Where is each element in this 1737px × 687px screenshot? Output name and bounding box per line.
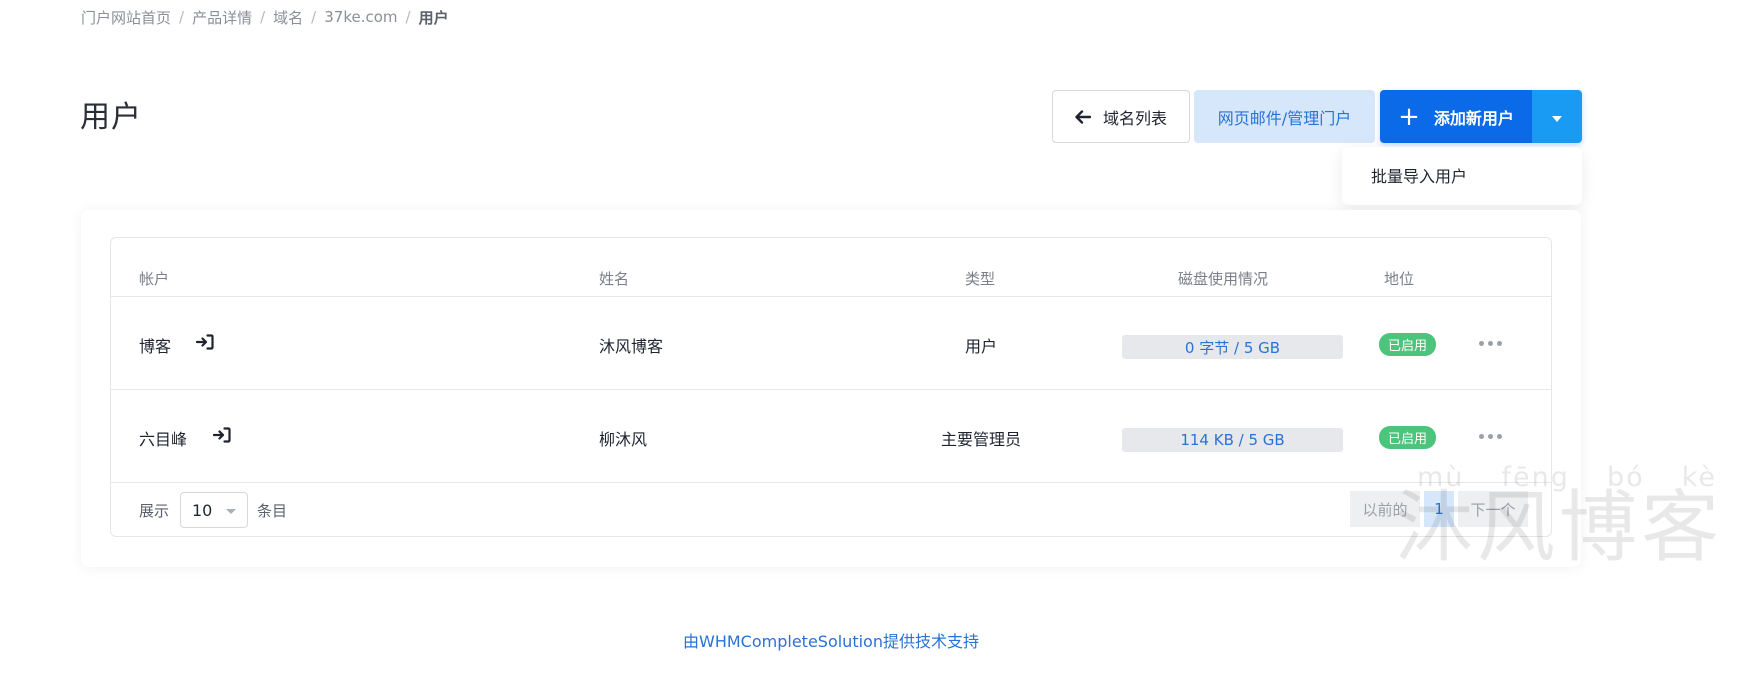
footer-credit-link[interactable]: 由WHMCompleteSolution提供技术支持	[0, 628, 1662, 652]
watermark-pinyin-3: bó	[1606, 462, 1645, 493]
breadcrumb-separator: /	[179, 8, 185, 26]
show-entries-label: 展示	[139, 502, 170, 520]
disk-usage-bar: 114 KB / 5 GB	[1122, 428, 1343, 452]
caret-down-icon	[226, 509, 236, 514]
next-page-button[interactable]: 下一个	[1458, 491, 1528, 527]
page-title: 用户	[80, 100, 142, 135]
breadcrumb-item-home[interactable]: 门户网站首页	[81, 7, 171, 28]
breadcrumb-separator: /	[260, 8, 266, 26]
type-cell: 用户	[965, 337, 998, 356]
users-table: 帐户 姓名 类型 磁盘使用情况 地位 博客 沐风博客 用户 0 字节 / 5 G…	[110, 237, 1552, 537]
webmail-portal-button[interactable]: 网页邮件/管理门户	[1194, 90, 1375, 143]
breadcrumb: 门户网站首页 / 产品详情 / 域名 / 37ke.com / 用户	[81, 6, 449, 28]
status-badge: 已启用	[1379, 333, 1436, 356]
more-actions-icon[interactable]	[1479, 434, 1502, 439]
webmail-portal-label: 网页邮件/管理门户	[1217, 108, 1352, 128]
type-cell: 主要管理员	[941, 430, 1022, 449]
add-user-button[interactable]: + 添加新用户	[1380, 90, 1532, 143]
column-header-type[interactable]: 类型	[965, 268, 995, 289]
column-header-disk-usage[interactable]: 磁盘使用情况	[1178, 268, 1268, 289]
header-divider	[111, 296, 1551, 297]
login-as-user-icon[interactable]	[213, 427, 231, 443]
add-user-dropdown-menu: 批量导入用户	[1342, 147, 1582, 205]
arrow-left-icon	[1075, 109, 1091, 124]
bulk-import-users-item[interactable]: 批量导入用户	[1371, 163, 1467, 187]
breadcrumb-separator: /	[311, 8, 317, 26]
more-actions-icon[interactable]	[1479, 341, 1502, 346]
current-page-label: 1	[1434, 500, 1444, 518]
next-page-label: 下一个	[1470, 500, 1516, 519]
add-user-dropdown-toggle[interactable]	[1532, 90, 1582, 143]
breadcrumb-item-site[interactable]: 37ke.com	[324, 8, 397, 26]
previous-page-label: 以前的	[1362, 500, 1408, 519]
add-user-button-group: + 添加新用户	[1380, 90, 1582, 143]
row-divider	[111, 482, 1551, 483]
entries-label: 条目	[257, 502, 288, 520]
breadcrumb-separator: /	[405, 8, 411, 26]
caret-down-icon	[1552, 107, 1562, 126]
users-card: 帐户 姓名 类型 磁盘使用情况 地位 博客 沐风博客 用户 0 字节 / 5 G…	[81, 210, 1581, 567]
domain-list-label: 域名列表	[1102, 108, 1167, 128]
column-header-name[interactable]: 姓名	[599, 268, 629, 289]
domain-list-button[interactable]: 域名列表	[1052, 90, 1190, 143]
disk-usage-bar: 0 字节 / 5 GB	[1122, 335, 1343, 359]
plus-icon: +	[1398, 101, 1420, 132]
previous-page-button[interactable]: 以前的	[1350, 491, 1420, 527]
page-size-value: 10	[192, 501, 213, 520]
login-as-user-icon[interactable]	[196, 334, 214, 350]
page-1-button[interactable]: 1	[1424, 491, 1454, 527]
page-size-select[interactable]: 10	[180, 492, 248, 528]
column-header-account[interactable]: 帐户	[139, 268, 169, 289]
add-user-label: 添加新用户	[1433, 108, 1514, 128]
row-divider	[111, 389, 1551, 390]
status-badge: 已启用	[1379, 426, 1436, 449]
disk-usage-text: 114 KB / 5 GB	[1180, 431, 1285, 449]
account-cell: 博客	[139, 337, 172, 356]
breadcrumb-item-product[interactable]: 产品详情	[192, 7, 252, 28]
breadcrumb-item-domain[interactable]: 域名	[273, 7, 303, 28]
name-cell: 柳沐风	[599, 430, 648, 449]
watermark-pinyin-4: kè	[1681, 462, 1717, 493]
column-header-status[interactable]: 地位	[1384, 268, 1414, 289]
disk-usage-text: 0 字节 / 5 GB	[1184, 338, 1281, 357]
account-cell: 六目峰	[139, 430, 188, 449]
name-cell: 沐风博客	[599, 337, 664, 356]
breadcrumb-current: 用户	[418, 8, 449, 27]
